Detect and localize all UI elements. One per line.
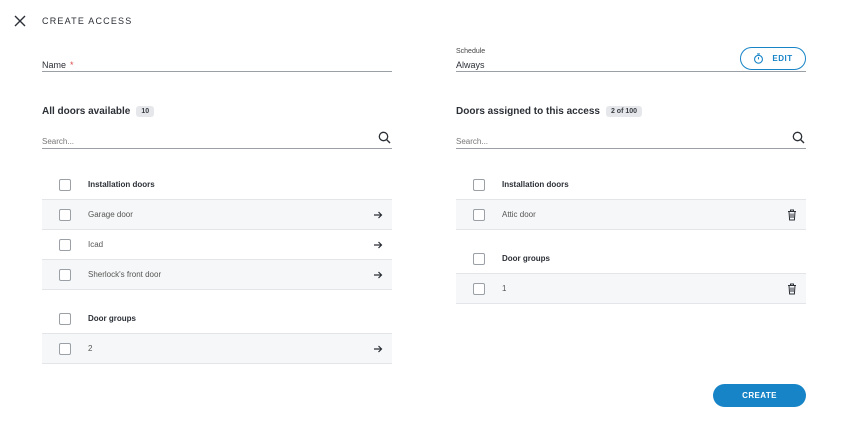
assigned-search-input[interactable] [456, 131, 756, 147]
group-checkbox[interactable] [59, 178, 71, 191]
arrow-right-icon[interactable] [372, 239, 384, 251]
assigned-doors-title: Doors assigned to this access 2 of 100 [456, 106, 643, 117]
search-icon[interactable] [792, 131, 805, 144]
item-checkbox[interactable] [59, 268, 71, 281]
group-checkbox[interactable] [473, 252, 485, 265]
item-label: Icad [88, 240, 104, 249]
list-item[interactable]: Garage door [42, 200, 392, 230]
item-label: 1 [502, 284, 507, 293]
assigned-search [456, 131, 806, 149]
edit-schedule-button[interactable]: EDIT [740, 47, 806, 70]
item-label: Sherlock's front door [88, 270, 162, 279]
top-bar: CREATE ACCESS [0, 0, 850, 40]
available-count-badge: 10 [136, 106, 155, 117]
stopwatch-icon [753, 53, 764, 64]
item-label: 2 [88, 344, 93, 353]
name-field[interactable]: Name * [42, 56, 392, 72]
assigned-count-badge: 2 of 100 [605, 106, 643, 117]
trash-icon[interactable] [786, 283, 798, 295]
list-item-partial[interactable] [42, 364, 392, 372]
group-header-installation-doors: Installation doors [456, 170, 806, 200]
list-item[interactable]: Icad [42, 230, 392, 260]
list-item[interactable]: Attic door [456, 200, 806, 230]
group-checkbox[interactable] [59, 312, 71, 325]
page-title: CREATE ACCESS [42, 16, 133, 26]
assigned-doors-title-text: Doors assigned to this access [456, 106, 600, 117]
list-item[interactable]: Sherlock's front door [42, 260, 392, 290]
group-label: Door groups [88, 314, 136, 323]
group-header-door-groups: Door groups [456, 244, 806, 274]
assigned-doors-list: Installation doors Attic door Door group… [456, 170, 806, 304]
available-doors-title-text: All doors available [42, 106, 131, 117]
schedule-field-value: Always [456, 60, 485, 70]
required-mark: * [70, 60, 74, 70]
item-label: Garage door [88, 210, 133, 219]
name-field-label: Name [42, 60, 67, 70]
group-label: Installation doors [88, 180, 155, 189]
arrow-right-icon[interactable] [372, 269, 384, 281]
search-icon[interactable] [378, 131, 391, 144]
schedule-field-label: Schedule [456, 48, 486, 55]
item-label: Attic door [502, 210, 536, 219]
group-checkbox[interactable] [473, 178, 485, 191]
create-button[interactable]: CREATE [713, 384, 806, 407]
item-checkbox[interactable] [59, 208, 71, 221]
item-checkbox[interactable] [473, 282, 485, 295]
trash-icon[interactable] [786, 209, 798, 221]
available-doors-title: All doors available 10 [42, 106, 155, 117]
arrow-right-icon[interactable] [372, 343, 384, 355]
list-item[interactable]: 2 [42, 334, 392, 364]
available-doors-list: Installation doors Garage door Icad Sher… [42, 170, 392, 372]
group-label: Installation doors [502, 180, 569, 189]
available-search [42, 131, 392, 149]
arrow-right-icon[interactable] [372, 209, 384, 221]
item-checkbox[interactable] [473, 208, 485, 221]
list-item[interactable]: 1 [456, 274, 806, 304]
edit-button-label: EDIT [772, 54, 793, 63]
group-header-door-groups: Door groups [42, 304, 392, 334]
available-search-input[interactable] [42, 131, 342, 147]
close-icon[interactable] [12, 13, 28, 29]
item-checkbox[interactable] [59, 238, 71, 251]
group-header-installation-doors: Installation doors [42, 170, 392, 200]
item-checkbox[interactable] [59, 342, 71, 355]
name-field-label-wrap: Name * [42, 60, 74, 70]
group-label: Door groups [502, 254, 550, 263]
